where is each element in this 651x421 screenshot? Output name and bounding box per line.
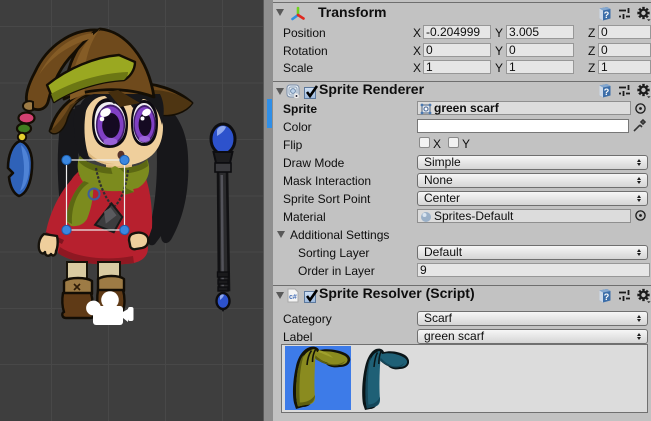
svg-text:?: ? [604,10,610,20]
svg-text:?: ? [604,292,610,302]
svg-text:?: ? [604,87,610,97]
svg-text:c#: c# [289,294,297,301]
